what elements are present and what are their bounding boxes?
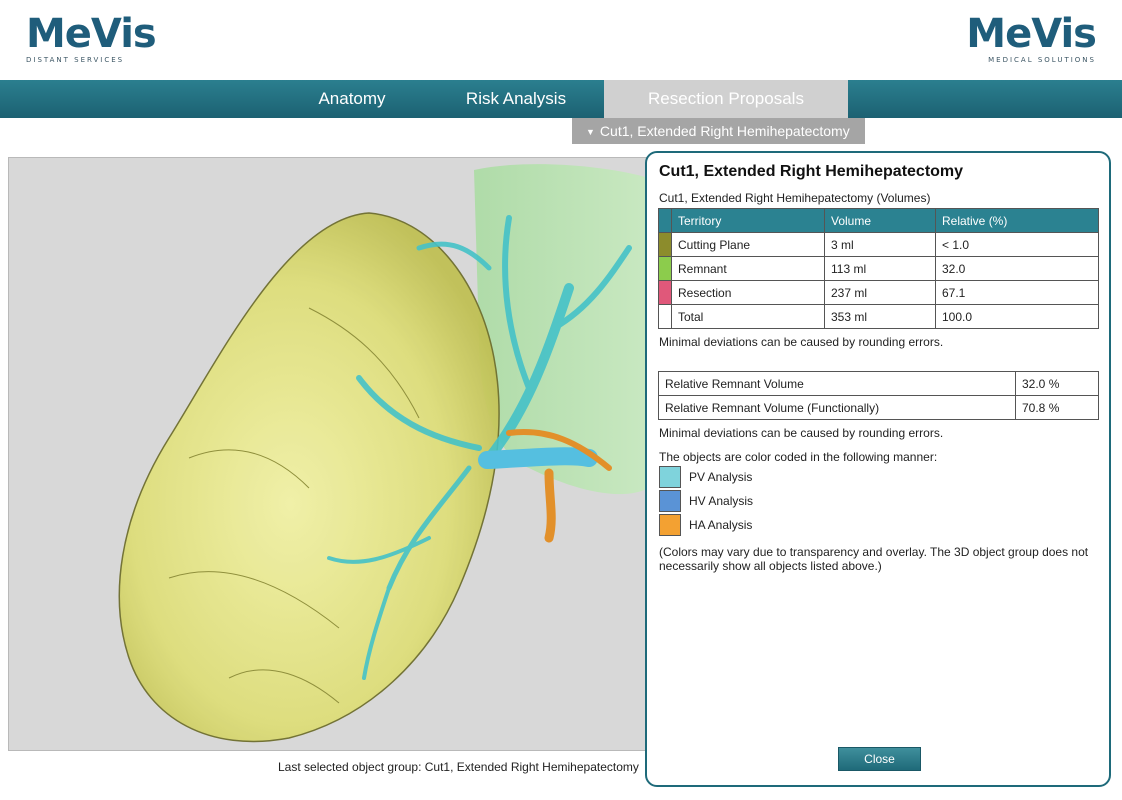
table-row: Resection 237 ml 67.1 <box>658 280 1099 305</box>
relative-cell: 100.0 <box>935 304 1099 329</box>
logo-tagline: MEDICAL SOLUTIONS <box>988 56 1096 64</box>
relative-cell: 32.0 <box>935 256 1099 281</box>
color-swatch <box>658 280 672 305</box>
tab-resection-proposals[interactable]: Resection Proposals <box>604 80 848 118</box>
logo-wordmark: MeVis <box>966 11 1097 57</box>
caret-down-icon: ▼ <box>586 127 595 137</box>
rrv-value: 70.8 % <box>1015 395 1099 420</box>
legend-label: PV Analysis <box>689 470 753 484</box>
main-nav-bar: Anatomy Risk Analysis Resection Proposal… <box>0 80 1122 118</box>
mevis-distant-services-logo: MeVis DISTANT SERVICES <box>26 11 157 64</box>
legend-item: HA Analysis <box>659 513 753 537</box>
relative-cell: < 1.0 <box>935 232 1099 257</box>
remnant-volume-table: Relative Remnant Volume 32.0 % Relative … <box>658 371 1099 420</box>
3d-viewer[interactable] <box>8 157 650 751</box>
mevis-medical-solutions-logo: MeVis MEDICAL SOLUTIONS <box>966 11 1097 64</box>
column-header: Relative (%) <box>935 208 1099 233</box>
resection-info-panel: Cut1, Extended Right Hemihepatectomy Cut… <box>645 151 1111 787</box>
rrv-label: Relative Remnant Volume <box>658 371 1016 396</box>
territory-cell: Resection <box>671 280 825 305</box>
color-legend: PV Analysis HV Analysis HA Analysis <box>659 465 753 537</box>
volumes-caption: Cut1, Extended Right Hemihepatectomy (Vo… <box>659 191 931 205</box>
table-row: Relative Remnant Volume 32.0 % <box>658 371 1099 396</box>
rounding-note: Minimal deviations can be caused by roun… <box>659 426 944 440</box>
volume-cell: 353 ml <box>824 304 936 329</box>
table-header-row: Territory Volume Relative (%) <box>658 208 1099 233</box>
territory-cell: Cutting Plane <box>671 232 825 257</box>
territory-cell: Total <box>671 304 825 329</box>
tab-anatomy[interactable]: Anatomy <box>296 80 408 118</box>
relative-cell: 67.1 <box>935 280 1099 305</box>
resection-proposal-dropdown[interactable]: ▼ Cut1, Extended Right Hemihepatectomy <box>572 118 865 144</box>
legend-item: PV Analysis <box>659 465 753 489</box>
rrv-label: Relative Remnant Volume (Functionally) <box>658 395 1016 420</box>
legend-swatch <box>659 514 681 536</box>
color-swatch <box>658 256 672 281</box>
close-button[interactable]: Close <box>838 747 921 771</box>
legend-title: The objects are color coded in the follo… <box>659 450 938 464</box>
table-row: Total 353 ml 100.0 <box>658 304 1099 329</box>
column-header: Territory <box>671 208 825 233</box>
liver-3d-render <box>118 164 649 743</box>
legend-note: (Colors may vary due to transparency and… <box>659 545 1089 573</box>
legend-swatch <box>659 466 681 488</box>
color-swatch <box>658 232 672 257</box>
tab-risk-analysis[interactable]: Risk Analysis <box>438 80 594 118</box>
territory-cell: Remnant <box>671 256 825 281</box>
volume-cell: 237 ml <box>824 280 936 305</box>
table-row: Relative Remnant Volume (Functionally) 7… <box>658 395 1099 420</box>
rounding-note: Minimal deviations can be caused by roun… <box>659 335 944 349</box>
color-header <box>658 208 672 233</box>
rrv-value: 32.0 % <box>1015 371 1099 396</box>
legend-swatch <box>659 490 681 512</box>
legend-label: HV Analysis <box>689 494 754 508</box>
volumes-table: Territory Volume Relative (%) Cutting Pl… <box>658 208 1099 329</box>
logo-tagline: DISTANT SERVICES <box>26 56 125 64</box>
column-header: Volume <box>824 208 936 233</box>
volume-cell: 3 ml <box>824 232 936 257</box>
status-text: Last selected object group: Cut1, Extend… <box>278 760 639 774</box>
color-swatch <box>658 304 672 329</box>
dropdown-value: Cut1, Extended Right Hemihepatectomy <box>599 123 850 139</box>
panel-title: Cut1, Extended Right Hemihepatectomy <box>659 163 964 180</box>
logo-wordmark: MeVis <box>26 11 157 57</box>
table-row: Remnant 113 ml 32.0 <box>658 256 1099 281</box>
legend-label: HA Analysis <box>689 518 753 532</box>
volume-cell: 113 ml <box>824 256 936 281</box>
legend-item: HV Analysis <box>659 489 753 513</box>
table-row: Cutting Plane 3 ml < 1.0 <box>658 232 1099 257</box>
